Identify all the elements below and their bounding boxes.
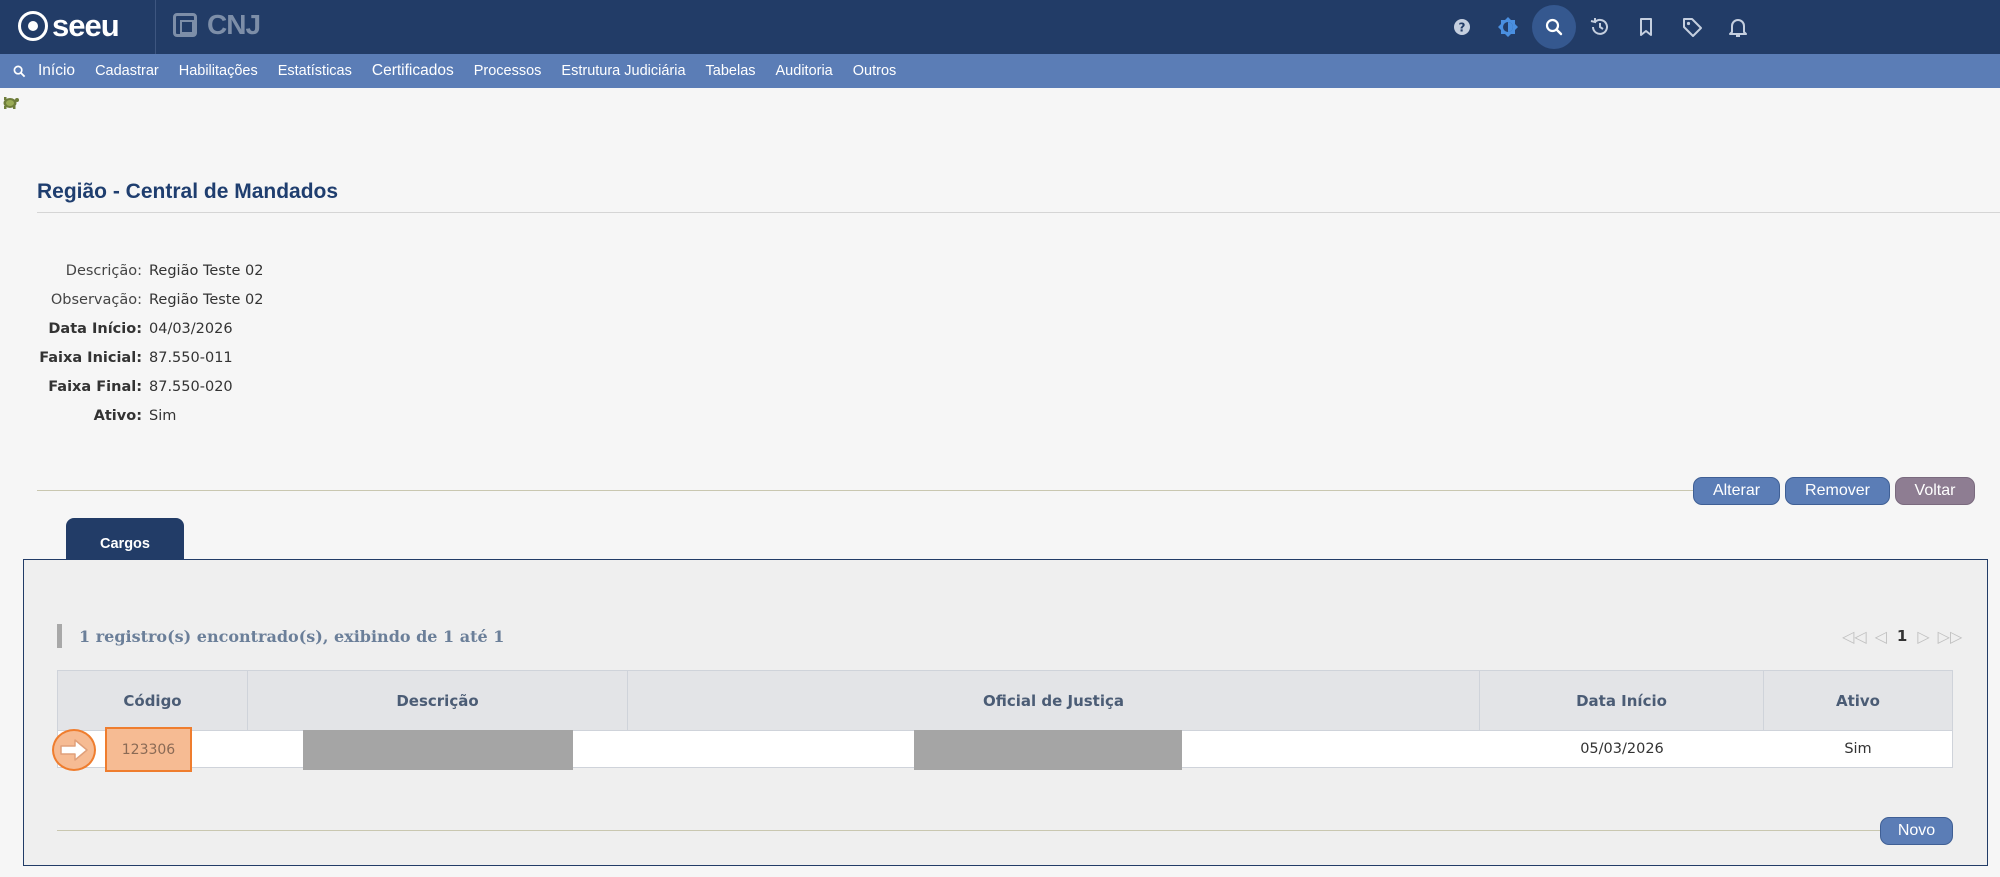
col-codigo[interactable]: Código bbox=[58, 671, 248, 730]
seeu-logo-icon bbox=[18, 11, 48, 41]
last-page-icon[interactable]: ▷▷ bbox=[1938, 627, 1963, 646]
cell-data-inicio: 05/03/2026 bbox=[1580, 741, 1664, 757]
page-title: Região - Central de Mandados bbox=[37, 180, 339, 203]
menu-search-icon[interactable] bbox=[0, 65, 38, 78]
pagination: ◁◁ ◁ 1 ▷ ▷▷ bbox=[1838, 624, 1966, 648]
records-text: 1 registro(s) encontrado(s), exibindo de… bbox=[79, 626, 505, 646]
detail-fields: Descrição: Região Teste 02 Observação: R… bbox=[37, 256, 437, 430]
bookmark-icon[interactable] bbox=[1624, 5, 1668, 49]
field-value: Região Teste 02 bbox=[149, 291, 264, 308]
svg-text:?: ? bbox=[1459, 21, 1466, 35]
menu-item-habilitacoes[interactable]: Habilitações bbox=[179, 63, 258, 79]
current-page[interactable]: 1 bbox=[1897, 627, 1907, 645]
menu-item-processos[interactable]: Processos bbox=[474, 63, 542, 79]
first-page-icon[interactable]: ◁◁ bbox=[1842, 627, 1867, 646]
menu-item-estrutura-judiciaria[interactable]: Estrutura Judiciária bbox=[561, 63, 685, 79]
cell-ativo: Sim bbox=[1844, 741, 1872, 757]
topbar-divider bbox=[155, 0, 156, 54]
tab-cargos[interactable]: Cargos bbox=[66, 518, 184, 560]
redacted-oficial bbox=[914, 730, 1182, 770]
field-value: Região Teste 02 bbox=[149, 262, 264, 279]
cargos-table: Código Descrição Oficial de Justiça Data… bbox=[52, 670, 1953, 772]
menu-item-tabelas[interactable]: Tabelas bbox=[706, 63, 756, 79]
col-oficial-justica[interactable]: Oficial de Justiça bbox=[628, 671, 1480, 730]
history-icon[interactable] bbox=[1578, 5, 1622, 49]
cell-codigo[interactable]: 123306 bbox=[105, 727, 192, 772]
field-observacao: Observação: Região Teste 02 bbox=[37, 285, 437, 314]
cnj-logo[interactable]: CNJ bbox=[173, 9, 261, 40]
menu-item-outros[interactable]: Outros bbox=[853, 63, 897, 79]
tag-icon[interactable] bbox=[1670, 5, 1714, 49]
alterar-button[interactable]: Alterar bbox=[1693, 477, 1780, 505]
novo-button[interactable]: Novo bbox=[1880, 817, 1953, 845]
actions-divider bbox=[37, 490, 1697, 491]
col-ativo[interactable]: Ativo bbox=[1764, 671, 1952, 730]
field-data-inicio: Data Início: 04/03/2026 bbox=[37, 314, 437, 343]
next-page-icon[interactable]: ▷ bbox=[1917, 627, 1929, 646]
menu-item-estatisticas[interactable]: Estatísticas bbox=[278, 63, 352, 79]
remover-button[interactable]: Remover bbox=[1785, 477, 1890, 505]
table-row[interactable]: 123306 05/03/2026 Sim bbox=[52, 727, 1953, 772]
search-icon[interactable] bbox=[1532, 5, 1576, 49]
menu-item-auditoria[interactable]: Auditoria bbox=[776, 63, 833, 79]
cnj-logo-icon bbox=[173, 13, 197, 37]
field-label: Faixa Final: bbox=[48, 378, 142, 395]
top-bar: seeu CNJ ? bbox=[0, 0, 2000, 54]
field-label: Observação: bbox=[50, 291, 142, 308]
col-descricao[interactable]: Descrição bbox=[248, 671, 628, 730]
field-faixa-inicial: Faixa Inicial: 87.550-011 bbox=[37, 343, 437, 372]
records-bar bbox=[57, 624, 62, 648]
seeu-logo-text: seeu bbox=[52, 8, 120, 43]
field-label: Descrição: bbox=[65, 262, 142, 279]
table-header: Código Descrição Oficial de Justiça Data… bbox=[57, 670, 1953, 730]
col-data-inicio[interactable]: Data Início bbox=[1480, 671, 1764, 730]
field-value: Sim bbox=[149, 407, 177, 424]
voltar-button[interactable]: Voltar bbox=[1895, 477, 1975, 505]
main-menu: Início Cadastrar Habilitações Estatístic… bbox=[0, 54, 2000, 88]
help-icon[interactable]: ? bbox=[1440, 5, 1484, 49]
menu-item-inicio[interactable]: Início bbox=[38, 62, 75, 80]
top-icons: ? bbox=[1440, 5, 1762, 49]
bottom-divider bbox=[57, 830, 1887, 831]
row-pointer-arrow-icon bbox=[52, 729, 96, 771]
turtle-icon[interactable] bbox=[0, 92, 20, 112]
contrast-icon[interactable] bbox=[1486, 5, 1530, 49]
bell-icon[interactable] bbox=[1716, 5, 1760, 49]
field-faixa-final: Faixa Final: 87.550-020 bbox=[37, 372, 437, 401]
field-label: Faixa Inicial: bbox=[39, 349, 142, 366]
field-value: 87.550-011 bbox=[149, 349, 233, 366]
field-value: 87.550-020 bbox=[149, 378, 233, 395]
records-summary: 1 registro(s) encontrado(s), exibindo de… bbox=[57, 624, 504, 648]
prev-page-icon[interactable]: ◁ bbox=[1875, 627, 1887, 646]
field-value: 04/03/2026 bbox=[149, 320, 233, 337]
seeu-logo[interactable]: seeu bbox=[18, 8, 120, 44]
title-divider bbox=[37, 212, 2000, 213]
menu-item-cadastrar[interactable]: Cadastrar bbox=[95, 63, 159, 79]
field-label: Ativo: bbox=[93, 407, 142, 424]
field-label: Data Início: bbox=[48, 320, 142, 337]
field-ativo: Ativo: Sim bbox=[37, 401, 437, 430]
menu-item-certificados[interactable]: Certificados bbox=[372, 62, 454, 80]
cnj-logo-text: CNJ bbox=[207, 9, 261, 40]
redacted-descricao bbox=[303, 730, 573, 770]
field-descricao: Descrição: Região Teste 02 bbox=[37, 256, 437, 285]
